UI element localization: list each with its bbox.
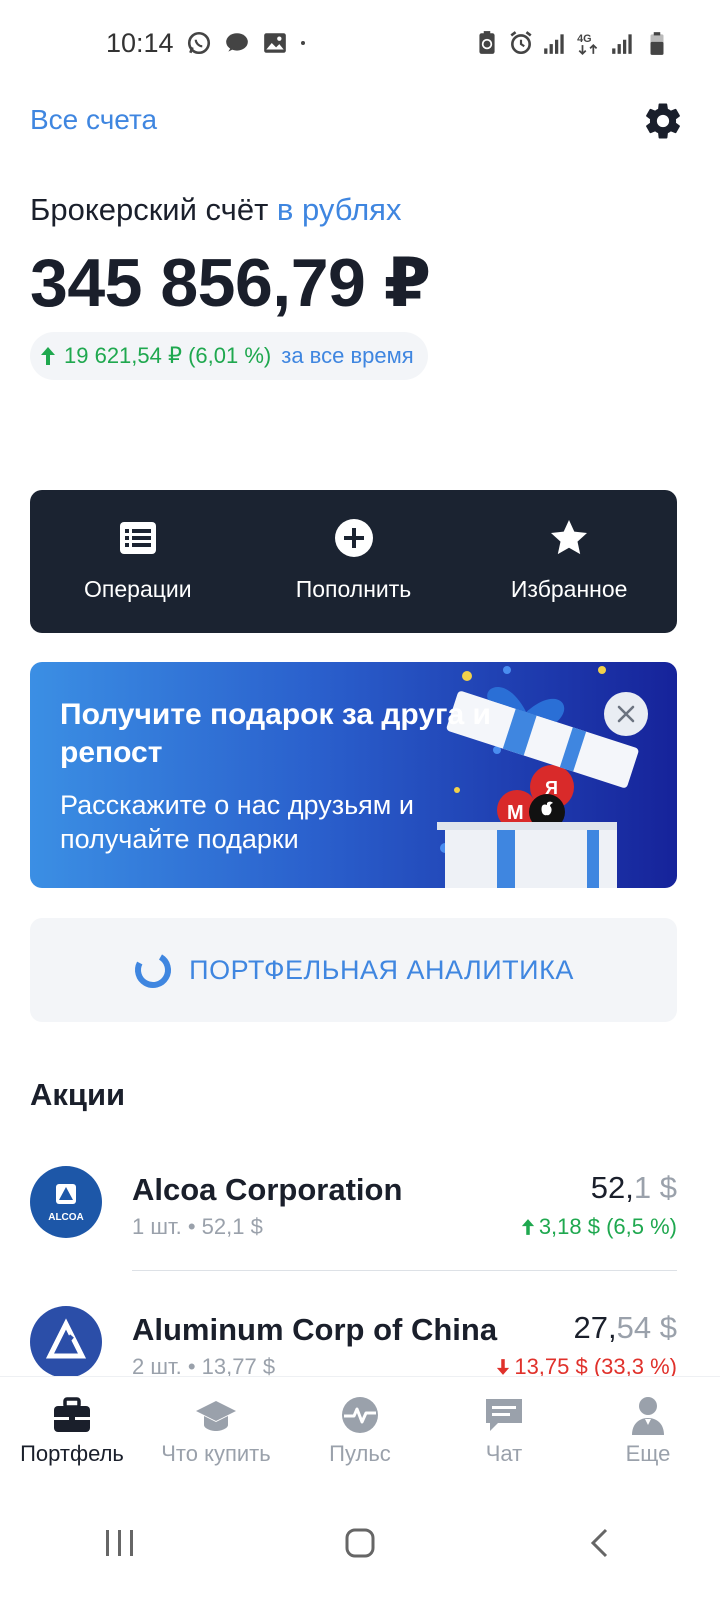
row-divider: [132, 1270, 677, 1271]
graduation-cap-icon: [196, 1401, 236, 1431]
status-time: 10:14: [106, 28, 174, 58]
arrow-up-icon: [41, 347, 55, 365]
chalco-logo-icon: [45, 1318, 87, 1359]
stock-row-alcoa[interactable]: ALCOA Alcoa Corporation 1 шт. • 52,1 $ 5…: [30, 1166, 677, 1286]
promo-banner[interactable]: Я M Получите подарок за друга и репост Р…: [30, 662, 677, 888]
user-icon: [632, 1397, 664, 1435]
stock-price-int: 27,: [573, 1310, 617, 1345]
favorites-button[interactable]: Избранное: [461, 490, 677, 633]
stock-change: 3,18 $ (6,5 %): [521, 1214, 677, 1240]
nav-chat[interactable]: Чат: [432, 1377, 576, 1486]
home-button[interactable]: [330, 1513, 390, 1573]
recent-apps-icon: [106, 1530, 133, 1556]
portfolio-analytics-button[interactable]: ПОРТФЕЛЬНАЯ АНАЛИТИКА: [30, 918, 677, 1022]
stock-price-dec: 1 $: [633, 1170, 677, 1205]
recent-apps-button[interactable]: [90, 1513, 150, 1573]
operations-label: Операции: [84, 576, 192, 602]
message-icon: [226, 33, 248, 52]
promo-close-button[interactable]: [604, 692, 648, 736]
balance-change-period: за все время: [281, 343, 414, 368]
system-navigation-bar: [0, 1486, 720, 1600]
nav-portfolio-label: Портфель: [20, 1441, 124, 1466]
balance-change-pill[interactable]: 19 621,54 ₽ (6,01 %) за все время: [30, 332, 428, 380]
balance-change-value: 19 621,54 ₽ (6,01 %): [64, 343, 272, 368]
account-balance: 345 856,79 ₽: [30, 245, 431, 321]
nav-what-to-buy-label: Что купить: [161, 1441, 271, 1466]
signal-icon: [612, 34, 632, 54]
nav-pulse[interactable]: Пульс: [288, 1377, 432, 1486]
nav-portfolio[interactable]: Портфель: [0, 1377, 144, 1486]
chat-icon: [486, 1399, 522, 1431]
list-icon: [119, 522, 156, 554]
promo-text: Расскажите о нас друзьям и получайте под…: [60, 790, 414, 854]
status-bar: 10:14 4G: [0, 0, 720, 88]
gallery-icon: [264, 33, 286, 53]
deposit-label: Пополнить: [295, 576, 412, 602]
nav-chat-label: Чат: [485, 1441, 523, 1466]
account-currency-link[interactable]: в рублях: [277, 192, 402, 227]
account-title: Брокерский счёт в рублях: [30, 192, 401, 228]
all-accounts-link[interactable]: Все счета: [30, 104, 157, 136]
settings-button[interactable]: [642, 100, 684, 142]
back-button[interactable]: [570, 1513, 630, 1573]
stock-change-value: 3,18 $ (6,5 %): [538, 1214, 677, 1239]
status-notification-icons: [186, 30, 312, 56]
alcoa-logo-text: ALCOA: [48, 1212, 84, 1223]
bottom-navigation: Портфель Что купить Пульс Чат Еще: [0, 1376, 720, 1486]
star-icon: [551, 520, 588, 555]
quick-actions-panel: Операции Пополнить Избранное: [30, 490, 677, 633]
nav-more[interactable]: Еще: [576, 1377, 720, 1486]
gear-icon: [646, 103, 680, 139]
operations-button[interactable]: Операции: [30, 490, 246, 633]
battery-saver-icon: [479, 31, 495, 54]
nav-more-label: Еще: [625, 1441, 671, 1466]
briefcase-icon: [54, 1397, 90, 1432]
account-type: Брокерский счёт: [30, 192, 269, 227]
svg-text:4G: 4G: [577, 33, 591, 45]
chalco-logo: [30, 1306, 102, 1378]
home-icon: [345, 1528, 375, 1558]
arrow-down-icon: [497, 1359, 510, 1375]
stock-price: 27,54 $: [574, 1310, 677, 1346]
arrow-up-icon: [521, 1219, 534, 1235]
svg-text:M: M: [507, 802, 524, 824]
donut-chart-icon: [135, 952, 172, 988]
whatsapp-icon: [187, 31, 211, 55]
promo-title: Получите подарок за друга и репост: [60, 698, 491, 769]
back-icon: [590, 1528, 608, 1558]
stock-price-dec: 54 $: [616, 1310, 677, 1345]
signal-icon: [544, 34, 564, 54]
stock-price-int: 52,: [590, 1170, 634, 1205]
battery-icon: [650, 32, 664, 55]
balance-change: 19 621,54 ₽ (6,01 %): [40, 343, 271, 369]
stock-name: Alcoa Corporation: [132, 1172, 403, 1207]
stock-name: Aluminum Corp of China: [132, 1312, 498, 1347]
alcoa-logo-icon: ALCOA: [48, 1184, 84, 1223]
alarm-icon: [510, 31, 532, 55]
plus-circle-icon: [334, 519, 373, 557]
close-icon: [617, 705, 635, 723]
alcoa-logo: ALCOA: [30, 1166, 102, 1238]
favorites-label: Избранное: [510, 576, 628, 602]
nav-what-to-buy[interactable]: Что купить: [144, 1377, 288, 1486]
stock-price: 52,1 $: [591, 1170, 677, 1206]
deposit-button[interactable]: Пополнить: [246, 490, 462, 633]
status-system-icons: 4G: [474, 30, 670, 56]
nav-pulse-label: Пульс: [329, 1441, 391, 1466]
4g-icon: 4G: [577, 33, 598, 56]
portfolio-analytics-label: ПОРТФЕЛЬНАЯ АНАЛИТИКА: [189, 954, 574, 985]
stock-quantity: 1 шт. • 52,1 $: [132, 1214, 263, 1239]
pulse-icon: [342, 1397, 378, 1433]
stocks-section-title: Акции: [30, 1077, 126, 1112]
dot-icon: [301, 41, 305, 45]
